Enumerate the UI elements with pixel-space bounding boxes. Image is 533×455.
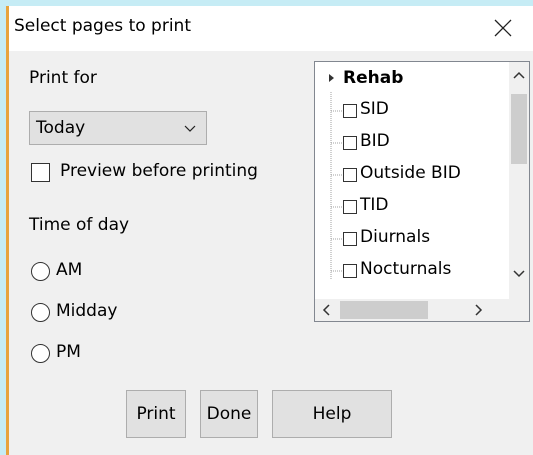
tree-item-tid[interactable]: TID (360, 195, 389, 215)
tree-item-nocturnals[interactable]: Nocturnals (360, 259, 451, 279)
tree-checkbox-bid[interactable] (343, 136, 357, 150)
preview-checkbox[interactable] (31, 163, 50, 182)
tree-checkbox-nocturnals[interactable] (343, 264, 357, 278)
print-for-label: Print for (29, 68, 97, 88)
scroll-left-icon[interactable] (322, 304, 330, 316)
print-dialog: Select pages to print Print for Today Pr… (6, 6, 533, 455)
tree-root-rehab[interactable]: Rehab (343, 68, 403, 88)
help-button[interactable]: Help (272, 390, 392, 438)
radio-am-label: AM (56, 260, 83, 280)
scroll-down-icon[interactable] (513, 270, 525, 278)
dialog-title: Select pages to print (14, 16, 191, 36)
tree-item-bid[interactable]: BID (360, 131, 390, 151)
tree-checkbox-diurnals[interactable] (343, 232, 357, 246)
pages-tree[interactable]: Rehab SID BID Outside BID TID Diurnals N… (314, 61, 530, 322)
radio-am[interactable] (31, 262, 50, 281)
scrollbar-corner (509, 299, 529, 321)
horizontal-scrollbar[interactable] (315, 299, 529, 321)
done-button[interactable]: Done (200, 390, 258, 438)
vertical-scrollbar[interactable] (509, 62, 529, 300)
print-button[interactable]: Print (126, 390, 186, 438)
chevron-down-icon (184, 125, 196, 132)
close-button[interactable] (487, 10, 519, 46)
scroll-up-icon[interactable] (513, 71, 525, 79)
horizontal-scroll-thumb[interactable] (340, 301, 428, 319)
close-icon (494, 19, 512, 37)
radio-pm[interactable] (31, 344, 50, 363)
tree-item-outside-bid[interactable]: Outside BID (360, 163, 461, 183)
tree-checkbox-sid[interactable] (343, 104, 357, 118)
tree-checkbox-tid[interactable] (343, 200, 357, 214)
radio-midday-label: Midday (56, 301, 118, 321)
print-for-dropdown[interactable]: Today (29, 111, 207, 145)
time-of-day-label: Time of day (29, 215, 130, 235)
tree-item-sid[interactable]: SID (360, 99, 389, 119)
title-bar: Select pages to print (9, 6, 533, 51)
scroll-right-icon[interactable] (475, 304, 483, 316)
tree-checkbox-outside-bid[interactable] (343, 168, 357, 182)
tree-item-diurnals[interactable]: Diurnals (360, 227, 430, 247)
vertical-scroll-thumb[interactable] (511, 94, 527, 164)
radio-midday[interactable] (31, 303, 50, 322)
preview-label: Preview before printing (60, 161, 258, 181)
print-for-value: Today (36, 118, 86, 138)
expand-arrow-icon[interactable] (328, 73, 335, 83)
radio-pm-label: PM (56, 342, 81, 362)
